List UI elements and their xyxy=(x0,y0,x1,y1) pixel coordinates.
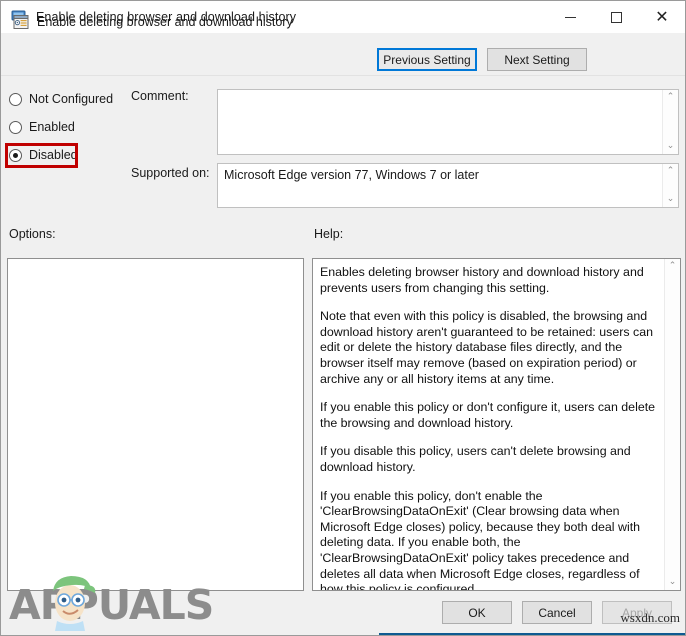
scroll-down-icon[interactable]: ⌄ xyxy=(669,575,677,590)
radio-disabled[interactable]: Disabled xyxy=(9,148,78,162)
radio-not-configured[interactable]: Not Configured xyxy=(9,92,113,106)
radio-enabled-label: Enabled xyxy=(29,120,75,134)
scroll-down-icon[interactable]: ⌄ xyxy=(667,192,675,207)
radio-disabled-label: Disabled xyxy=(29,148,78,162)
comment-textbox[interactable]: ⌃ ⌄ xyxy=(217,89,679,155)
help-scrollbar[interactable]: ⌃ ⌄ xyxy=(664,259,680,590)
supported-on-textbox: Microsoft Edge version 77, Windows 7 or … xyxy=(217,163,679,208)
maximize-button[interactable] xyxy=(593,1,639,33)
radio-enabled-indicator xyxy=(9,120,22,134)
minimize-button[interactable] xyxy=(547,1,593,33)
minimize-icon xyxy=(564,16,576,18)
help-paragraph: Enables deleting browser history and dow… xyxy=(320,265,644,295)
supported-on-label: Supported on: xyxy=(131,166,210,180)
comment-scrollbar[interactable]: ⌃ ⌄ xyxy=(662,90,678,154)
wsxdn-watermark: wsxdn.com xyxy=(620,610,680,625)
help-paragraph: If you enable this policy, don't enable … xyxy=(320,488,641,590)
help-paragraph: Note that even with this policy is disab… xyxy=(320,309,653,386)
close-button[interactable]: ✕ xyxy=(639,1,685,33)
radio-enabled[interactable]: Enabled xyxy=(9,120,75,134)
supported-on-value: Microsoft Edge version 77, Windows 7 or … xyxy=(224,168,479,182)
scroll-down-icon[interactable]: ⌄ xyxy=(667,139,675,154)
scroll-up-icon[interactable]: ⌃ xyxy=(669,259,677,274)
ok-button[interactable]: OK xyxy=(442,601,512,624)
next-setting-button[interactable]: Next Setting xyxy=(487,48,587,71)
close-icon: ✕ xyxy=(655,7,669,26)
cancel-button[interactable]: Cancel xyxy=(522,601,592,624)
supported-on-scrollbar[interactable]: ⌃ ⌄ xyxy=(662,164,678,207)
scroll-up-icon[interactable]: ⌃ xyxy=(667,164,675,179)
radio-not-configured-label: Not Configured xyxy=(29,92,114,106)
help-paragraph: If you enable this policy or don't confi… xyxy=(320,400,656,430)
window-controls: ✕ xyxy=(547,1,685,33)
options-panel[interactable] xyxy=(7,258,304,591)
setting-title: Enable deleting browser and download his… xyxy=(37,15,293,29)
radio-not-configured-indicator xyxy=(9,92,22,106)
scroll-up-icon[interactable]: ⌃ xyxy=(667,90,675,105)
policy-setting-icon xyxy=(12,13,30,31)
bottom-accent-bar xyxy=(379,633,685,635)
radio-disabled-indicator xyxy=(9,148,22,162)
help-panel: Enables deleting browser history and dow… xyxy=(312,258,681,591)
maximize-icon xyxy=(610,11,622,23)
help-text: Enables deleting browser history and dow… xyxy=(313,259,664,590)
policy-setting-window: Enable deleting browser and download his… xyxy=(0,0,686,636)
help-label: Help: xyxy=(314,227,344,241)
options-label: Options: xyxy=(9,227,56,241)
comment-label: Comment: xyxy=(131,89,189,103)
comment-value[interactable] xyxy=(218,90,662,154)
previous-setting-button[interactable]: Previous Setting xyxy=(377,48,477,71)
help-paragraph: If you disable this policy, users can't … xyxy=(320,444,631,474)
